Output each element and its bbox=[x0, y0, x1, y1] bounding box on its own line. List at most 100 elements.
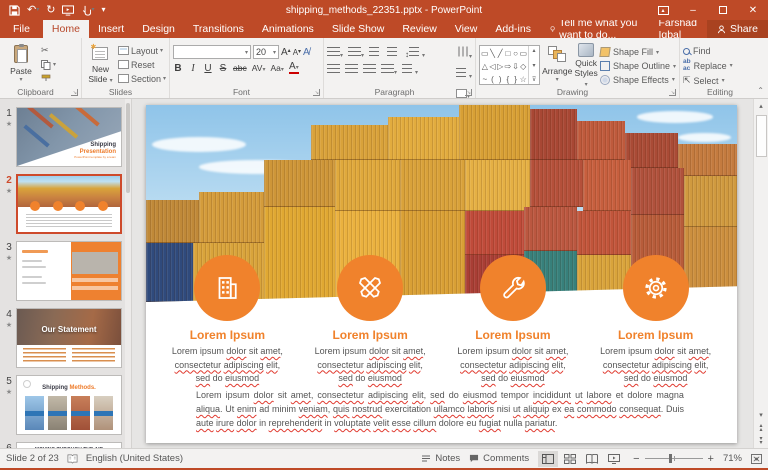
tell-me-box[interactable]: Tell me what you want to do... bbox=[540, 17, 648, 41]
justify-button[interactable]: ▾ bbox=[381, 61, 397, 79]
shape-outline-button[interactable]: Shape Outline ▾ bbox=[599, 61, 676, 72]
shape-effects-button[interactable]: Shape Effects ▾ bbox=[599, 74, 676, 85]
paste-button[interactable]: Paste ▾ bbox=[3, 41, 39, 85]
normal-view-button[interactable] bbox=[538, 450, 559, 467]
new-slide-button[interactable]: New Slide ▾ bbox=[85, 41, 116, 85]
zoom-in-button[interactable]: + bbox=[708, 453, 714, 465]
shapes-gallery-scroll[interactable]: ▴ ▾ ⊽ bbox=[528, 46, 539, 84]
align-text-button[interactable]: ▾ bbox=[455, 65, 472, 83]
paragraph-dialog-launcher[interactable] bbox=[465, 89, 472, 96]
find-button[interactable]: Find bbox=[683, 46, 733, 56]
slide-3-thumbnail[interactable] bbox=[16, 241, 122, 301]
zoom-slider-thumb[interactable] bbox=[668, 454, 672, 463]
slide-5-thumbnail[interactable]: Shipping Methods. bbox=[16, 375, 122, 435]
underline-button[interactable]: U bbox=[203, 63, 213, 74]
tab-home[interactable]: Home bbox=[42, 20, 89, 38]
columns-button[interactable]: ▾ bbox=[402, 61, 418, 79]
start-from-beginning-icon[interactable] bbox=[62, 4, 75, 16]
fit-slide-to-window-button[interactable] bbox=[751, 453, 762, 464]
text-direction-button[interactable]: ▾ bbox=[456, 45, 472, 63]
shape-glyph[interactable]: ☆ bbox=[520, 75, 527, 84]
vertical-scrollbar[interactable]: ▴ ▾ ▴ ▴ ▾ ▾ bbox=[753, 99, 768, 448]
align-right-button[interactable] bbox=[363, 61, 376, 79]
align-left-button[interactable] bbox=[327, 61, 340, 79]
layout-button[interactable]: Layout ▾ bbox=[117, 45, 166, 56]
slide-counter[interactable]: Slide 2 of 23 bbox=[6, 453, 59, 464]
shape-glyph[interactable]: { bbox=[507, 75, 510, 84]
align-center-button[interactable] bbox=[345, 61, 358, 79]
ribbon-display-options-icon[interactable]: ▴ bbox=[648, 0, 678, 20]
tab-file[interactable]: File bbox=[0, 20, 43, 38]
tab-insert[interactable]: Insert bbox=[89, 20, 133, 38]
spell-check-icon[interactable] bbox=[67, 453, 78, 464]
next-slide-button[interactable]: ▾ ▾ bbox=[759, 435, 762, 448]
zoom-slider[interactable] bbox=[644, 454, 703, 463]
line-spacing-button[interactable]: ↕ ▾ bbox=[405, 44, 425, 62]
scroll-up-icon[interactable]: ▴ bbox=[759, 99, 763, 113]
notes-button[interactable]: Notes bbox=[421, 453, 460, 464]
drawing-dialog-launcher[interactable] bbox=[669, 89, 676, 96]
shape-glyph[interactable]: △ bbox=[482, 62, 488, 71]
shape-fill-button[interactable]: Shape Fill ▾ bbox=[599, 47, 676, 58]
font-dialog-launcher[interactable] bbox=[313, 89, 320, 96]
zoom-out-button[interactable]: − bbox=[633, 453, 639, 465]
lorem-card-2[interactable]: Lorem Ipsum Lorem ipsum dolor sit amet, … bbox=[299, 255, 442, 386]
shape-glyph[interactable]: ◁ bbox=[489, 62, 495, 71]
tab-design[interactable]: Design bbox=[133, 20, 184, 38]
tab-view[interactable]: View bbox=[446, 20, 487, 38]
language-indicator[interactable]: English (United States) bbox=[86, 453, 183, 464]
shape-glyph[interactable]: ⇨ bbox=[505, 62, 512, 71]
clipboard-dialog-launcher[interactable] bbox=[71, 89, 78, 96]
bold-button[interactable]: B bbox=[173, 63, 183, 74]
tab-review[interactable]: Review bbox=[393, 20, 445, 38]
shape-glyph[interactable]: ◇ bbox=[520, 62, 526, 71]
undo-icon[interactable]: ↶ ▾ bbox=[27, 4, 39, 16]
format-painter-button[interactable] bbox=[41, 73, 56, 84]
save-icon[interactable] bbox=[9, 4, 20, 16]
shape-glyph[interactable]: □ bbox=[505, 49, 510, 58]
slide-show-button[interactable] bbox=[604, 451, 624, 467]
previous-slide-button[interactable]: ▴ ▴ bbox=[759, 422, 762, 435]
arrange-button[interactable]: Arrange ▾ bbox=[542, 41, 572, 85]
customize-qat-icon[interactable]: ▾ bbox=[101, 6, 105, 14]
slide-2-thumbnail-selected[interactable] bbox=[16, 174, 122, 234]
share-button[interactable]: Share bbox=[706, 20, 768, 38]
increase-indent-button[interactable] bbox=[387, 44, 401, 62]
slide-4-thumbnail[interactable]: Our Statement bbox=[16, 308, 122, 368]
shape-glyph[interactable]: ╱ bbox=[498, 49, 503, 58]
touch-mouse-mode-icon[interactable]: ▾ bbox=[81, 5, 94, 16]
increase-font-size-button[interactable]: A▴ bbox=[281, 47, 291, 58]
shape-glyph[interactable]: ○ bbox=[513, 49, 518, 58]
font-color-button[interactable]: A▾ bbox=[288, 62, 299, 74]
comments-button[interactable]: Comments bbox=[469, 453, 529, 464]
current-slide[interactable]: Lorem Ipsum Lorem ipsum dolor sit amet, … bbox=[146, 105, 737, 443]
maximize-button[interactable] bbox=[708, 0, 738, 20]
scrollbar-thumb[interactable] bbox=[755, 115, 767, 157]
tab-add-ins[interactable]: Add-ins bbox=[486, 20, 540, 38]
decrease-font-size-button[interactable]: A▾ bbox=[293, 48, 301, 57]
copy-button[interactable]: ▾ bbox=[41, 59, 56, 70]
reading-view-button[interactable] bbox=[582, 451, 602, 467]
redo-icon[interactable]: ↻ bbox=[46, 4, 55, 16]
text-shadow-button[interactable]: abc bbox=[233, 63, 247, 73]
tab-transitions[interactable]: Transitions bbox=[184, 20, 253, 38]
minimize-button[interactable]: – bbox=[678, 0, 708, 20]
shapes-gallery[interactable]: ▭ ╲ ╱ □ ○ ▭ △ ◁ ▷ ⇨ ⇩ ◇ ~(){} ☆ ▴ ▾ ⊽ bbox=[479, 45, 541, 85]
cut-button[interactable]: ✂ bbox=[41, 45, 56, 56]
shape-glyph[interactable]: ( bbox=[491, 75, 494, 84]
lorem-card-3[interactable]: Lorem Ipsum Lorem ipsum dolor sit amet, … bbox=[442, 255, 585, 386]
lorem-card-1[interactable]: Lorem Ipsum Lorem ipsum dolor sit amet, … bbox=[156, 255, 299, 386]
shape-glyph[interactable]: ╲ bbox=[490, 49, 495, 58]
zoom-percentage[interactable]: 71% bbox=[723, 453, 742, 464]
shape-glyph[interactable]: ▷ bbox=[497, 62, 503, 71]
collapse-ribbon-icon[interactable]: ⌃ bbox=[757, 86, 764, 95]
reset-button[interactable]: Reset bbox=[117, 59, 166, 70]
numbering-button[interactable]: ▾ bbox=[348, 44, 364, 62]
shape-glyph[interactable]: ) bbox=[499, 75, 502, 84]
bullets-button[interactable]: ▾ bbox=[327, 44, 343, 62]
scroll-down-icon[interactable]: ▾ bbox=[759, 408, 763, 422]
font-size-combobox[interactable]: 20 ▾ bbox=[253, 45, 279, 59]
shape-glyph[interactable]: } bbox=[514, 75, 517, 84]
replace-button[interactable]: ab ac Replace ▾ bbox=[683, 58, 733, 72]
select-button[interactable]: ⇱ Select ▾ bbox=[683, 75, 733, 86]
